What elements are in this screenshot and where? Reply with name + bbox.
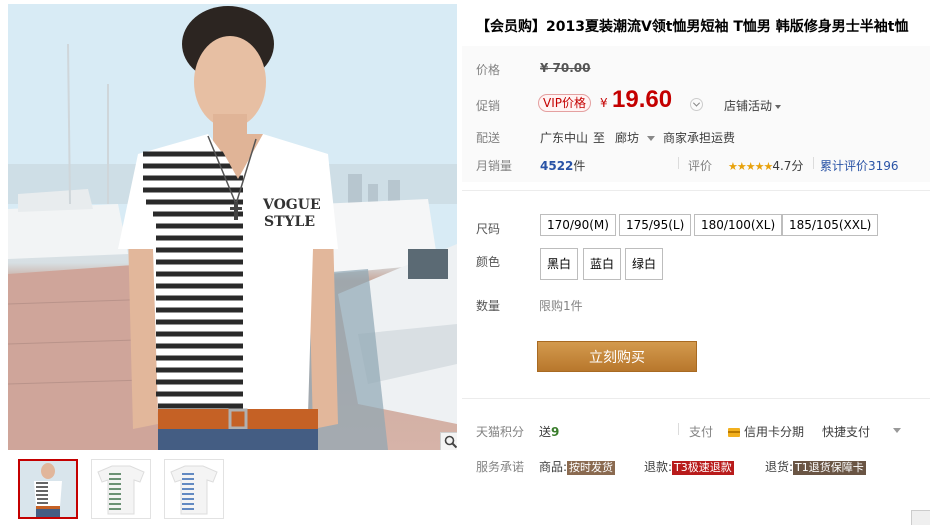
- service-label: 服务承诺: [476, 460, 525, 474]
- thumbnail-strip: [18, 459, 224, 519]
- ship-destination: 廊坊: [615, 131, 640, 145]
- size-option-l[interactable]: 175/95(L): [619, 214, 692, 236]
- caret-down-icon: [775, 104, 782, 109]
- price-detail-toggle[interactable]: [690, 97, 703, 111]
- corner-scroll-button[interactable]: [911, 510, 930, 525]
- service-return: 退货: T1退货保障卡: [765, 458, 866, 475]
- divider: [678, 157, 679, 169]
- thumbnail-image: [165, 460, 223, 518]
- thumbnail-2[interactable]: [91, 459, 151, 519]
- service-goods: 商品: 按时发货: [539, 458, 616, 475]
- shipping-note: 商家承担运费: [663, 131, 736, 145]
- shipping-label: 配送: [476, 131, 501, 145]
- current-price: 19.60: [612, 86, 673, 113]
- return-label: 退货:: [765, 460, 794, 474]
- original-price: ¥ 70.00: [540, 61, 591, 75]
- points-prefix: 送: [539, 425, 552, 439]
- monthly-sales-unit: 件: [573, 159, 586, 173]
- thumbnail-image: [20, 461, 76, 517]
- points: 送9: [539, 423, 559, 440]
- product-photo: VOGUE STYLE: [8, 4, 457, 450]
- ship-to-word: 至: [593, 131, 606, 145]
- thumbnail-1[interactable]: [18, 459, 78, 519]
- monthly-sales-label: 月销量: [476, 159, 513, 173]
- star-rating-icon: ★★★★★: [728, 160, 773, 173]
- original-price-label: 价格: [476, 63, 501, 77]
- magnifier-icon: [444, 435, 457, 449]
- fast-refund-badge[interactable]: T3极速退款: [672, 461, 734, 475]
- monthly-sales: 4522件: [540, 157, 585, 174]
- shirt-print-line1: VOGUE: [262, 197, 321, 213]
- points-value: 9: [551, 425, 560, 439]
- color-option-black-white[interactable]: 黑白: [540, 248, 579, 280]
- size-option-m[interactable]: 170/90(M): [540, 214, 616, 236]
- total-reviews-count: 3196: [868, 159, 899, 173]
- color-label: 颜色: [476, 255, 501, 269]
- price-currency: ¥: [600, 96, 608, 110]
- quick-pay[interactable]: 快捷支付: [822, 423, 870, 440]
- ship-destination-dropdown[interactable]: 廊坊: [615, 129, 656, 146]
- monthly-sales-value: 4522: [540, 159, 574, 173]
- quantity-limit: 限购1件: [539, 299, 583, 313]
- credit-card-icon: [728, 428, 740, 437]
- service-refund: 退款: T3极速退款: [644, 458, 734, 475]
- size-option-xxl[interactable]: 185/105(XXL): [782, 214, 879, 236]
- caret-down-icon: [893, 428, 901, 433]
- rating-label: 评价: [688, 159, 713, 173]
- credit-installment-label: 信用卡分期: [744, 425, 805, 439]
- divider: [678, 423, 679, 435]
- goods-label: 商品:: [539, 460, 568, 474]
- payment-more-toggle[interactable]: [890, 423, 901, 437]
- color-option-blue-white[interactable]: 蓝白: [583, 248, 622, 280]
- shop-activity-dropdown[interactable]: 店铺活动: [724, 97, 782, 114]
- main-product-image[interactable]: VOGUE STYLE: [8, 4, 457, 450]
- payment-label: 支付: [689, 425, 714, 439]
- thumbnail-image: [92, 460, 150, 518]
- rating-score: ★★★★★4.7分: [728, 157, 803, 174]
- size-label: 尺码: [476, 222, 501, 236]
- chevron-down-icon: [690, 98, 703, 111]
- total-reviews-link[interactable]: 累计评价3196: [820, 157, 899, 174]
- thumbnail-3[interactable]: [164, 459, 224, 519]
- return-guarantee-badge[interactable]: T1退货保障卡: [793, 461, 866, 475]
- caret-down-icon: [647, 136, 656, 141]
- shop-activity-label: 店铺活动: [724, 99, 773, 113]
- credit-installment[interactable]: 信用卡分期: [728, 423, 804, 440]
- buy-now-button[interactable]: 立刻购买: [537, 341, 697, 372]
- color-option-green-white[interactable]: 绿白: [625, 248, 664, 280]
- divider: [462, 190, 930, 191]
- ship-from: 广东中山: [540, 131, 589, 145]
- product-title: 【会员购】2013夏装潮流V领t恤男短袖 T恤男 韩版修身男士半袖t恤: [476, 19, 909, 35]
- points-label: 天猫积分: [476, 425, 525, 439]
- refund-label: 退款:: [644, 460, 673, 474]
- divider: [462, 398, 930, 399]
- total-reviews-label: 累计评价: [820, 159, 869, 173]
- zoom-button[interactable]: [440, 432, 457, 450]
- vip-badge: VIP价格: [538, 94, 591, 112]
- shirt-print-line2: STYLE: [264, 214, 315, 230]
- on-time-shipping-badge[interactable]: 按时发货: [567, 461, 616, 475]
- size-option-xl[interactable]: 180/100(XL): [694, 214, 783, 236]
- divider: [813, 157, 814, 169]
- quantity-label: 数量: [476, 299, 501, 313]
- rating-score-text: 4.7分: [772, 159, 804, 173]
- promo-label: 促销: [476, 99, 501, 113]
